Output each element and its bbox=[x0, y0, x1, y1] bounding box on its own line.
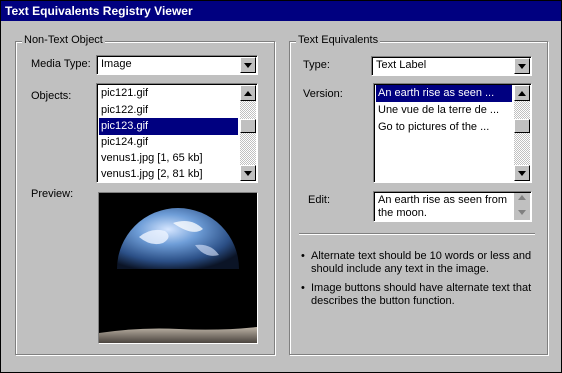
scroll-up-button[interactable] bbox=[240, 85, 256, 101]
arrow-up-icon bbox=[518, 195, 526, 200]
list-item-selected[interactable]: An earth rise as seen ... bbox=[376, 85, 512, 102]
media-type-value: Image bbox=[101, 58, 132, 70]
divider bbox=[299, 233, 535, 235]
chevron-down-icon bbox=[244, 62, 252, 68]
window-title: Text Equivalents Registry Viewer bbox=[1, 1, 561, 21]
list-item[interactable]: pic124.gif bbox=[99, 134, 238, 151]
arrow-down-icon bbox=[518, 210, 526, 215]
scroll-thumb[interactable] bbox=[514, 119, 530, 133]
edit-textarea-value: An earth rise as seen from the moon. bbox=[378, 194, 508, 219]
objects-list[interactable]: pic121.gif pic122.gif pic123.gif pic124.… bbox=[96, 83, 258, 183]
bullet-icon: • bbox=[301, 250, 305, 262]
bullet-icon: • bbox=[301, 282, 305, 294]
version-list[interactable]: An earth rise as seen ... Une vue de la … bbox=[373, 83, 532, 183]
type-select[interactable]: Text Label bbox=[371, 56, 532, 76]
list-item[interactable]: pic122.gif bbox=[99, 102, 238, 119]
note-text: Alternate text should be 10 words or les… bbox=[311, 250, 532, 275]
edit-label: Edit: bbox=[308, 194, 331, 206]
edit-scrollbar bbox=[514, 193, 530, 220]
type-label: Type: bbox=[303, 59, 330, 71]
objects-label: Objects: bbox=[31, 90, 72, 102]
list-item[interactable]: pic121.gif bbox=[99, 85, 238, 102]
note-text: Image buttons should have alternate text… bbox=[311, 282, 532, 307]
media-type-label: Media Type: bbox=[31, 58, 91, 70]
objects-scrollbar[interactable] bbox=[240, 85, 256, 181]
earthrise-image bbox=[99, 193, 257, 343]
edit-textarea[interactable]: An earth rise as seen from the moon. bbox=[373, 191, 532, 222]
registry-viewer-window: Text Equivalents Registry Viewer Non-Tex… bbox=[0, 0, 562, 373]
list-item[interactable]: venus1.jpg [2, 81 kb] bbox=[99, 166, 238, 182]
guidelines-notes: • Alternate text should be 10 words or l… bbox=[301, 250, 533, 314]
arrow-up-icon bbox=[244, 90, 252, 96]
note-item: • Alternate text should be 10 words or l… bbox=[301, 250, 533, 276]
list-item[interactable]: Go to pictures of the ... bbox=[376, 119, 512, 136]
non-text-object-group-title: Non-Text Object bbox=[22, 34, 105, 46]
list-item[interactable]: Une vue de la terre de ... bbox=[376, 102, 512, 119]
note-item: • Image buttons should have alternate te… bbox=[301, 282, 533, 308]
scroll-up-button[interactable] bbox=[514, 85, 530, 101]
scroll-thumb[interactable] bbox=[240, 119, 256, 133]
preview-label: Preview: bbox=[31, 188, 74, 200]
arrow-down-icon bbox=[244, 170, 252, 176]
list-item-selected[interactable]: pic123.gif bbox=[99, 118, 238, 135]
chevron-down-icon bbox=[518, 63, 526, 69]
type-value: Text Label bbox=[376, 59, 427, 71]
preview-image bbox=[98, 192, 258, 344]
scroll-down-button[interactable] bbox=[240, 165, 256, 181]
version-label: Version: bbox=[303, 88, 343, 100]
list-item[interactable]: venus1.jpg [1, 65 kb] bbox=[99, 150, 238, 167]
arrow-down-icon bbox=[518, 170, 526, 176]
version-scrollbar[interactable] bbox=[514, 85, 530, 181]
type-dropdown-button[interactable] bbox=[514, 58, 530, 74]
arrow-up-icon bbox=[518, 90, 526, 96]
media-type-select[interactable]: Image bbox=[96, 55, 258, 75]
text-equivalents-group-title: Text Equivalents bbox=[296, 34, 381, 46]
scroll-down-button[interactable] bbox=[514, 165, 530, 181]
media-type-dropdown-button[interactable] bbox=[240, 57, 256, 73]
